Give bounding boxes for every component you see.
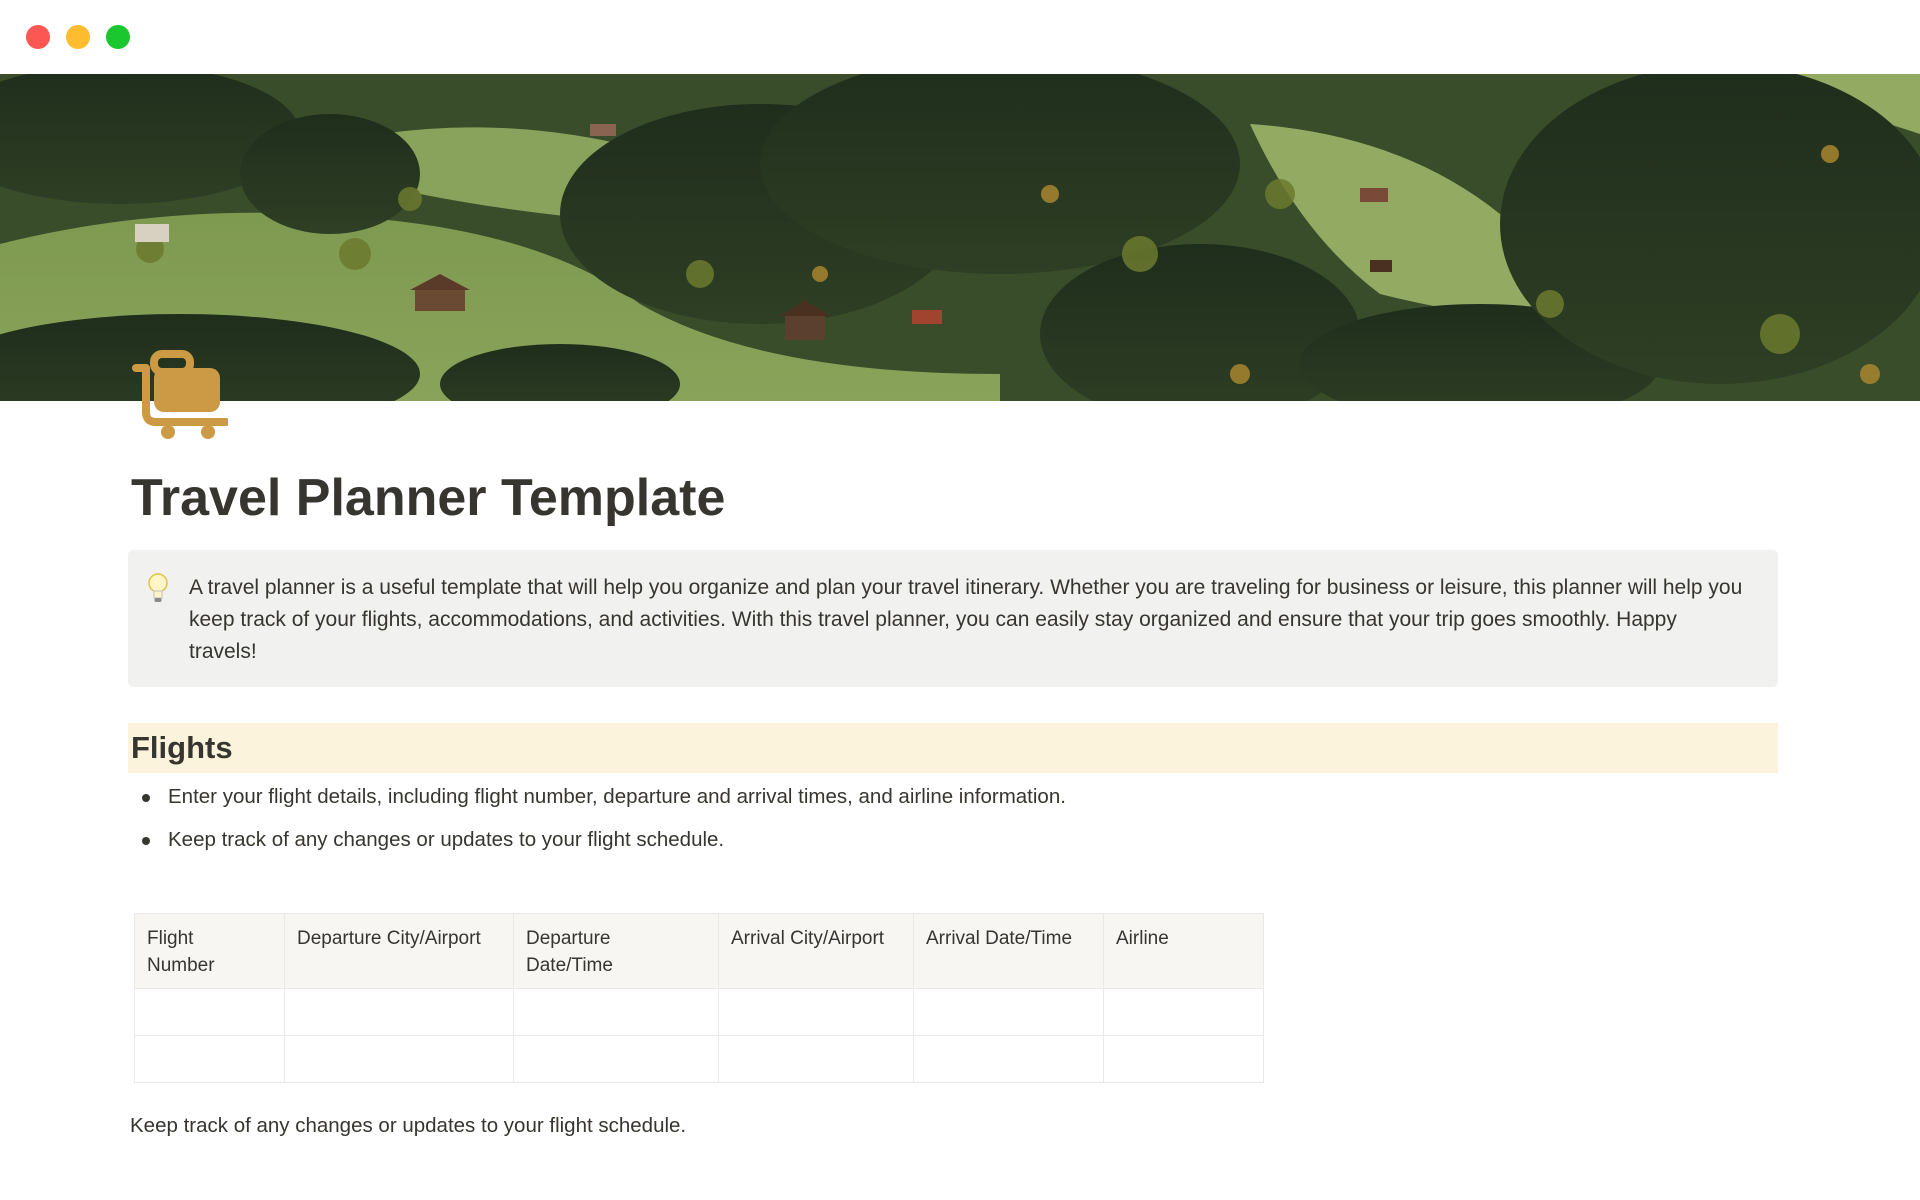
table-cell[interactable]: [718, 1035, 914, 1083]
table-cell[interactable]: [284, 1035, 514, 1083]
table-header-row: Flight Number Departure City/Airport Dep…: [134, 913, 1264, 989]
close-window-button[interactable]: [26, 25, 50, 49]
table-cell[interactable]: [1103, 1035, 1264, 1083]
flights-heading-block[interactable]: Flights: [128, 723, 1778, 773]
bullet-text: Enter your flight details, including fli…: [168, 785, 1066, 808]
table-cell[interactable]: [134, 1035, 285, 1083]
intro-callout[interactable]: A travel planner is a useful template th…: [128, 550, 1778, 687]
column-header-departure-city[interactable]: Departure City/Airport: [284, 913, 514, 989]
lightbulb-icon: [146, 572, 170, 604]
bullet-icon: [142, 794, 150, 802]
table-cell[interactable]: [913, 1035, 1104, 1083]
app-window: Travel Planner Template A travel planner…: [0, 0, 1920, 1200]
title-bar: [0, 0, 1920, 74]
bullet-text: Keep track of any changes or updates to …: [168, 828, 725, 851]
table-cell[interactable]: [1103, 988, 1264, 1036]
flights-bullet-list: Enter your flight details, including fli…: [128, 780, 1066, 866]
page-title[interactable]: Travel Planner Template: [131, 469, 725, 527]
column-header-airline[interactable]: Airline: [1103, 913, 1264, 989]
table-cell[interactable]: [513, 1035, 719, 1083]
list-item[interactable]: Keep track of any changes or updates to …: [128, 823, 1066, 866]
bullet-icon: [142, 837, 150, 845]
zoom-window-button[interactable]: [106, 25, 130, 49]
column-header-arrival-city[interactable]: Arrival City/Airport: [718, 913, 914, 989]
table-cell[interactable]: [513, 988, 719, 1036]
cover-image[interactable]: [0, 74, 1920, 401]
table-cell[interactable]: [134, 988, 285, 1036]
table-row: [134, 988, 1264, 1036]
luggage-cart-icon[interactable]: [132, 350, 230, 440]
flights-table: Flight Number Departure City/Airport Dep…: [134, 913, 1264, 1083]
table-cell[interactable]: [718, 988, 914, 1036]
callout-text[interactable]: A travel planner is a useful template th…: [189, 572, 1749, 668]
column-header-departure-date[interactable]: Departure Date/Time: [513, 913, 719, 989]
table-row: [134, 1035, 1264, 1083]
list-item[interactable]: Enter your flight details, including fli…: [128, 780, 1066, 823]
column-header-arrival-date[interactable]: Arrival Date/Time: [913, 913, 1104, 989]
flights-heading: Flights: [131, 730, 233, 765]
flights-footer-text[interactable]: Keep track of any changes or updates to …: [130, 1110, 686, 1142]
column-header-flight-number[interactable]: Flight Number: [134, 913, 285, 989]
table-cell[interactable]: [284, 988, 514, 1036]
table-cell[interactable]: [913, 988, 1104, 1036]
landscape-illustration: [0, 74, 1920, 401]
minimize-window-button[interactable]: [66, 25, 90, 49]
